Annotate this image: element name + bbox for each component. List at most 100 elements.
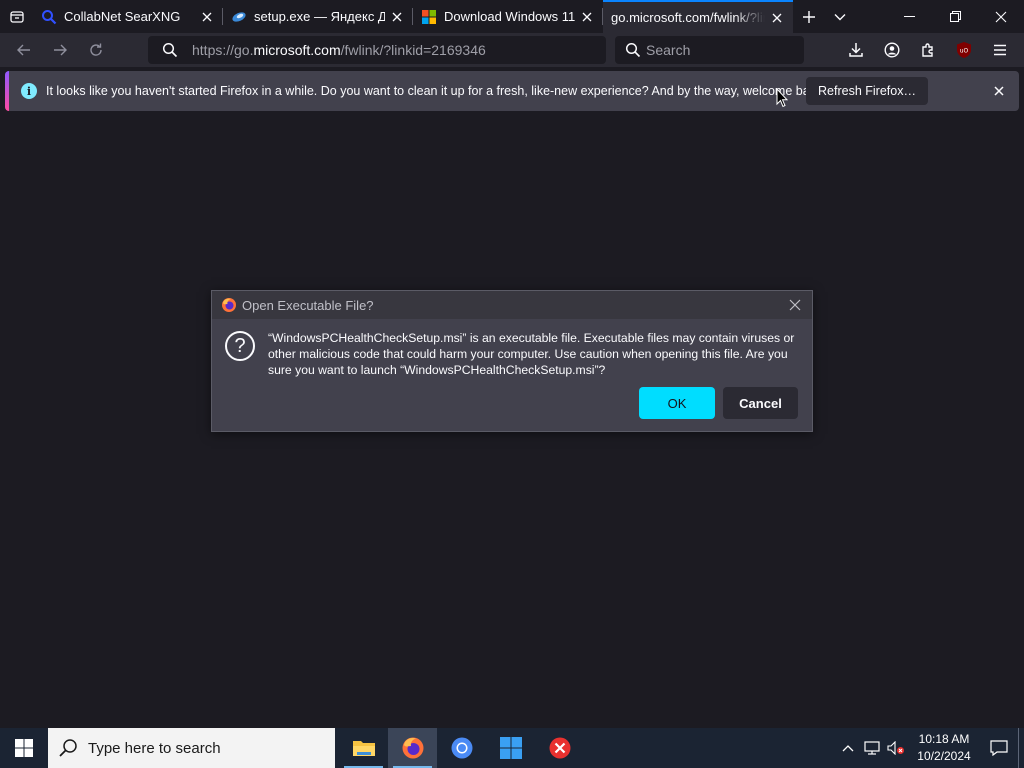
show-desktop-button[interactable] [1018, 728, 1024, 768]
refresh-firefox-notification: i It looks like you haven't started Fire… [5, 71, 1019, 111]
notification-icon [990, 740, 1008, 756]
close-icon[interactable] [199, 9, 215, 25]
reload-button[interactable] [78, 34, 114, 66]
refresh-firefox-button[interactable]: Refresh Firefox… [806, 77, 928, 105]
firefox-view-icon [9, 10, 24, 23]
dialog-message: “WindowsPCHealthCheckSetup.msi” is an ex… [268, 331, 795, 377]
restore-button[interactable] [932, 0, 978, 33]
list-all-tabs-button[interactable] [824, 0, 855, 33]
taskbar-app-error[interactable] [535, 728, 584, 768]
close-icon[interactable] [769, 10, 785, 26]
account-icon [884, 42, 900, 58]
puzzle-icon [922, 43, 933, 57]
svg-text:uO: uO [960, 48, 969, 55]
close-icon [994, 86, 1004, 96]
tab-title: setup.exe — Яндекс Диск [254, 9, 385, 24]
tab-title: Download Windows 11 [444, 9, 575, 24]
system-tray: 10:18 AM 10/2/2024 [836, 728, 1024, 768]
search-icon [41, 9, 57, 25]
search-icon [623, 42, 643, 58]
close-notification-button[interactable] [989, 81, 1009, 101]
taskbar-clock[interactable]: 10:18 AM 10/2/2024 [908, 731, 980, 765]
navigation-toolbar: https://go.microsoft.com/fwlink/?linkid=… [0, 33, 1024, 67]
speaker-muted-icon [887, 741, 904, 755]
network-button[interactable] [860, 728, 884, 768]
info-icon: i [21, 83, 37, 99]
ok-button[interactable]: OK [639, 387, 715, 419]
show-hidden-icons-button[interactable] [836, 728, 860, 768]
red-x-circle-icon [549, 737, 570, 759]
open-executable-dialog: Open Executable File? ? “WindowsPCHealth… [211, 290, 813, 432]
tab-strip: CollabNet SearXNG setup.exe — Яндекс Дис… [0, 0, 1024, 33]
window-controls [886, 0, 1024, 33]
folder-icon [352, 741, 375, 756]
extensions-button[interactable] [910, 34, 946, 66]
app-menu-button[interactable] [982, 34, 1018, 66]
taskbar-app-file-explorer[interactable] [339, 728, 388, 768]
dialog-close-button[interactable] [787, 297, 803, 313]
tab-title: CollabNet SearXNG [64, 9, 181, 24]
dialog-title: Open Executable File? [242, 297, 374, 313]
windows-logo-icon [15, 739, 33, 757]
hamburger-menu-icon [994, 44, 1006, 56]
forward-button[interactable] [42, 34, 78, 66]
tab-collabnet-searxng[interactable]: CollabNet SearXNG [33, 0, 223, 33]
close-icon[interactable] [389, 9, 405, 25]
yandex-disk-icon [231, 9, 247, 25]
minimize-icon [903, 16, 915, 17]
url-bar[interactable]: https://go.microsoft.com/fwlink/?linkid=… [148, 36, 606, 64]
windows-11-logo-icon [499, 737, 522, 759]
tab-go-microsoft-fwlink[interactable]: go.microsoft.com/fwlink/?linkid=2169346 [603, 0, 793, 33]
downloads-button[interactable] [838, 34, 874, 66]
mouse-cursor [776, 87, 789, 113]
search-icon [58, 738, 78, 758]
ublock-origin-button[interactable]: uO [946, 34, 982, 66]
back-button[interactable] [6, 34, 42, 66]
close-icon [789, 299, 801, 311]
search-bar[interactable]: Search [615, 36, 804, 64]
taskbar-app-windows-setup[interactable] [486, 728, 535, 768]
taskbar-apps [337, 728, 584, 768]
clock-date: 10/2/2024 [917, 749, 971, 763]
dialog-titlebar: Open Executable File? [212, 291, 812, 319]
arrow-left-icon [17, 44, 30, 56]
new-tab-button[interactable] [793, 0, 824, 33]
arrow-right-icon [54, 44, 67, 56]
cancel-button[interactable]: Cancel [723, 387, 798, 419]
notification-accent [5, 71, 9, 111]
notification-message: It looks like you haven't started Firefo… [46, 84, 826, 98]
windows-taskbar: Type here to search 10:18 AM 10/2/2024 [0, 728, 1024, 768]
tab-yandex-disk[interactable]: setup.exe — Яндекс Диск [223, 0, 413, 33]
chevron-down-icon [834, 13, 845, 20]
network-icon [864, 741, 880, 755]
taskbar-search-box[interactable]: Type here to search [48, 728, 335, 768]
tab-download-windows-11[interactable]: Download Windows 11 [413, 0, 603, 33]
taskbar-app-firefox[interactable] [388, 728, 437, 768]
firefox-logo-icon [402, 737, 423, 759]
download-icon [849, 43, 863, 57]
toolbar-actions: uO [838, 34, 1018, 66]
search-placeholder: Search [646, 42, 691, 58]
tab-title: go.microsoft.com/fwlink/?linkid=2169346 [611, 10, 765, 25]
firefox-view-button[interactable] [0, 0, 33, 33]
pointer-cursor-icon [776, 87, 789, 108]
search-icon [156, 42, 184, 58]
plus-icon [802, 10, 815, 23]
url-text: https://go.microsoft.com/fwlink/?linkid=… [192, 42, 486, 58]
close-window-button[interactable] [978, 0, 1024, 33]
minimize-button[interactable] [886, 0, 932, 33]
close-icon[interactable] [579, 9, 595, 25]
taskbar-app-chromium[interactable] [437, 728, 486, 768]
account-button[interactable] [874, 34, 910, 66]
notification-center-button[interactable] [980, 728, 1018, 768]
start-button[interactable] [0, 728, 48, 768]
taskbar-search-placeholder: Type here to search [88, 739, 221, 757]
close-icon [995, 11, 1007, 22]
question-icon: ? [225, 331, 255, 361]
volume-button[interactable] [884, 728, 908, 768]
chromium-logo-icon [451, 737, 472, 759]
reload-icon [90, 43, 102, 56]
clock-time: 10:18 AM [918, 732, 970, 746]
ublock-shield-icon: uO [957, 42, 971, 58]
firefox-logo-icon [222, 298, 236, 312]
